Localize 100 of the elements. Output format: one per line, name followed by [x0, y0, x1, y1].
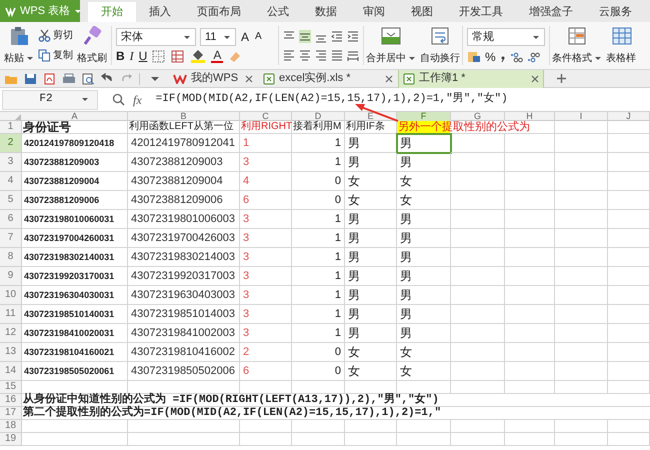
row-header[interactable]: 12	[0, 324, 22, 343]
row-header[interactable]: 3	[0, 153, 22, 172]
align-center-icon[interactable]	[299, 48, 311, 62]
grow-font-button[interactable]: A	[240, 31, 250, 43]
number-format-dropdown[interactable]: 常规	[467, 28, 545, 46]
row-header[interactable]: 11	[0, 305, 22, 324]
align-right-icon[interactable]	[315, 48, 327, 62]
align-middle-icon[interactable]	[299, 30, 311, 42]
ribbon-tab[interactable]: 页面布局	[184, 2, 254, 22]
caret-icon[interactable]	[223, 34, 231, 40]
conditional-format-button[interactable]: 条件格式	[550, 24, 604, 68]
caret-icon[interactable]	[26, 54, 34, 62]
add-tab-icon[interactable]	[556, 73, 567, 84]
row-header[interactable]: 15	[0, 381, 22, 394]
empty-cell	[451, 267, 505, 286]
ribbon-tab[interactable]: 开始	[88, 2, 136, 22]
caret-icon[interactable]	[81, 96, 89, 103]
row-header[interactable]: 14	[0, 362, 22, 381]
paste-button[interactable]: 粘贴	[2, 24, 36, 68]
row-header[interactable]: 2	[0, 134, 22, 153]
underline-button[interactable]: U	[138, 50, 148, 62]
row-header[interactable]: 17	[0, 407, 22, 420]
empty-cell	[397, 433, 451, 446]
close-icon[interactable]	[531, 74, 539, 82]
caret-icon[interactable]	[408, 54, 416, 62]
ribbon-tab[interactable]: 开发工具	[446, 2, 516, 22]
ribbon-tab[interactable]: 数据	[302, 2, 350, 22]
table-grid-icon[interactable]	[171, 50, 186, 62]
ribbon-tab[interactable]: 视图	[398, 2, 446, 22]
column-header[interactable]: G	[451, 112, 505, 121]
row-header[interactable]: 10	[0, 286, 22, 305]
column-header[interactable]: C	[240, 112, 292, 121]
row-header[interactable]: 4	[0, 172, 22, 191]
ribbon-tab[interactable]: 增强盒子	[516, 2, 586, 22]
table-cell: 男	[345, 210, 397, 229]
ribbon-tab[interactable]: 云服务	[586, 2, 645, 22]
column-header[interactable]: I	[555, 112, 608, 121]
ribbon-tab[interactable]: 公式	[254, 2, 302, 22]
document-tab[interactable]: 工作簿1 *	[398, 70, 544, 88]
merge-center-button[interactable]: 合并居中	[364, 24, 418, 68]
font-name-dropdown[interactable]: 宋体	[116, 28, 196, 46]
document-tab[interactable]: excel实例.xls *	[258, 70, 398, 88]
row-header[interactable]: 16	[0, 394, 22, 407]
bold-button[interactable]: B	[116, 50, 125, 62]
caret-icon[interactable]	[183, 34, 191, 40]
column-header[interactable]: B	[128, 112, 240, 121]
row-header[interactable]: 5	[0, 191, 22, 210]
column-header[interactable]: A	[22, 112, 128, 121]
format-painter-button[interactable]: 格式刷	[75, 24, 109, 68]
formula-text[interactable]: =IF(MOD(MID(A2,IF(LEN(A2)=15,15,17),1),2)=1,"男","女")	[156, 91, 508, 108]
row-header[interactable]: 19	[0, 433, 22, 446]
borders-icon[interactable]	[152, 50, 166, 62]
table-cell: 男	[397, 286, 451, 305]
close-icon[interactable]	[245, 74, 253, 82]
close-icon[interactable]	[385, 74, 393, 82]
percent-button[interactable]: %	[485, 50, 496, 62]
row-header[interactable]: 18	[0, 420, 22, 433]
empty-cell	[505, 191, 555, 210]
column-header[interactable]: H	[505, 112, 555, 121]
row-header[interactable]: 7	[0, 229, 22, 248]
wrap-text-button[interactable]: 自动换行	[418, 24, 462, 68]
table-style-button[interactable]: 表格样	[604, 24, 638, 68]
increase-indent-icon[interactable]	[347, 30, 359, 42]
distributed-icon[interactable]	[347, 48, 359, 62]
fill-bucket-icon[interactable]	[190, 49, 206, 63]
increase-decimal-icon[interactable]	[510, 50, 523, 63]
zoom-icon[interactable]	[112, 93, 125, 106]
ribbon-tab[interactable]: 审阅	[350, 2, 398, 22]
print-icon[interactable]	[62, 72, 76, 84]
caret-icon[interactable]	[594, 54, 602, 62]
print-preview-icon[interactable]	[82, 72, 95, 84]
empty-cell	[608, 433, 650, 446]
font-size-dropdown[interactable]: 11	[200, 28, 236, 46]
column-header[interactable]: F	[397, 112, 451, 121]
row-header[interactable]: 1	[0, 121, 22, 134]
document-tab[interactable]: 我的WPS	[168, 70, 258, 88]
caret-icon[interactable]	[150, 74, 160, 82]
row-header[interactable]: 6	[0, 210, 22, 229]
row-header[interactable]: 8	[0, 248, 22, 267]
cut-button[interactable]: 剪切	[36, 26, 75, 46]
align-left-icon[interactable]	[283, 48, 295, 62]
save-icon[interactable]	[24, 72, 37, 84]
column-header[interactable]: D	[292, 112, 345, 121]
caret-icon[interactable]	[532, 34, 540, 40]
copy-button[interactable]: 复制	[36, 46, 75, 66]
italic-button[interactable]: I	[130, 50, 134, 62]
row-header[interactable]: 13	[0, 343, 22, 362]
decrease-indent-icon[interactable]	[331, 30, 343, 42]
row-header[interactable]: 9	[0, 267, 22, 286]
decrease-decimal-icon[interactable]	[526, 50, 540, 63]
currency-icon[interactable]	[467, 50, 481, 63]
caret-icon[interactable]	[74, 8, 82, 14]
insert-function-button[interactable]: fx	[133, 90, 142, 108]
pdf-icon[interactable]	[43, 72, 56, 84]
font-color-button[interactable]: A	[211, 49, 224, 63]
shrink-font-button[interactable]: A	[254, 32, 263, 42]
justify-icon[interactable]	[331, 48, 343, 62]
name-box[interactable]: F2	[2, 90, 98, 110]
column-header[interactable]: J	[608, 112, 650, 121]
ribbon-tab[interactable]: 插入	[136, 2, 184, 22]
